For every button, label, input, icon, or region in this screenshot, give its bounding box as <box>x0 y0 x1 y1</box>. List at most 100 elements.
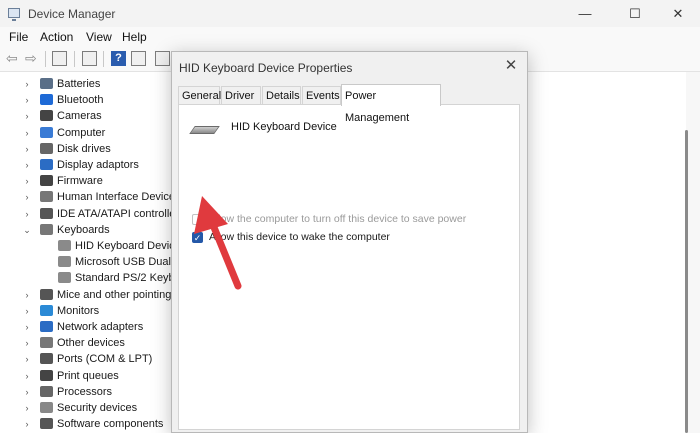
tree-category-item[interactable]: › IDE ATA/ATAPI controlle <box>0 206 180 222</box>
tree-item-label: Ports (COM & LPT) <box>57 353 153 366</box>
expand-chevron-icon[interactable]: › <box>22 157 32 173</box>
expand-chevron-icon[interactable]: › <box>22 108 32 124</box>
collapse-chevron-icon[interactable]: ⌄ <box>22 222 32 238</box>
tree-child-item[interactable]: Microsoft USB Dual M <box>0 254 180 270</box>
close-button[interactable]: ✕ <box>655 0 700 27</box>
tree-category-item[interactable]: › Security devices <box>0 400 180 416</box>
expand-chevron-icon[interactable]: › <box>22 141 32 157</box>
back-arrow-icon[interactable]: ⇦ <box>6 51 21 66</box>
expand-chevron-icon[interactable]: › <box>22 206 32 222</box>
scan-hardware-icon[interactable] <box>155 51 170 66</box>
expand-chevron-icon[interactable]: › <box>22 319 32 335</box>
tree-item-label: Bluetooth <box>57 94 104 107</box>
forward-arrow-icon[interactable]: ⇨ <box>25 51 40 66</box>
tree-item-label: IDE ATA/ATAPI controlle <box>57 207 176 220</box>
chip-icon <box>40 175 53 187</box>
expand-chevron-icon[interactable]: › <box>22 92 32 108</box>
tree-category-item[interactable]: › Ports (COM & LPT) <box>0 351 180 367</box>
tree-child-item[interactable]: HID Keyboard Device <box>0 238 180 254</box>
properties-icon[interactable] <box>82 51 97 66</box>
tree-item-label: Mice and other pointing <box>57 288 172 301</box>
tree-category-item[interactable]: › Network adapters <box>0 319 180 335</box>
tree-item-label: Disk drives <box>57 142 111 155</box>
tree-category-item[interactable]: ⌄ Keyboards <box>0 222 180 238</box>
tree-child-item[interactable]: Standard PS/2 Keybo <box>0 270 180 286</box>
keyboard-icon <box>58 272 71 284</box>
tab-power-management[interactable]: Power Management <box>341 84 441 124</box>
tree-item-label: Software components <box>57 418 164 431</box>
device-name: HID Keyboard Device <box>231 121 337 133</box>
processor-icon <box>40 385 53 397</box>
controller-icon <box>40 207 53 219</box>
tree-category-item[interactable]: › Firmware <box>0 173 180 189</box>
expand-chevron-icon[interactable]: › <box>22 384 32 400</box>
device-tree: › Batteries › Bluetooth › Cameras › Computer › Di… <box>0 72 180 433</box>
tab-general[interactable]: General <box>178 86 221 105</box>
expand-chevron-icon[interactable]: › <box>22 416 32 432</box>
scrollbar-thumb[interactable] <box>685 130 688 433</box>
dialog-close-button[interactable]: ✕ <box>501 56 521 76</box>
expand-chevron-icon[interactable]: › <box>22 189 32 205</box>
tree-category-item[interactable]: › Other devices <box>0 335 180 351</box>
expand-chevron-icon[interactable]: › <box>22 351 32 367</box>
maximize-button[interactable]: ☐ <box>612 0 658 27</box>
device-manager-icon <box>8 8 20 21</box>
tree-category-item[interactable]: › Cameras <box>0 108 180 124</box>
camera-icon <box>40 110 53 122</box>
tree-item-label: HID Keyboard Device <box>75 240 180 252</box>
tree-category-item[interactable]: › Bluetooth <box>0 92 180 108</box>
tree-category-item[interactable]: › Print queues <box>0 368 180 384</box>
help-icon[interactable]: ? <box>111 51 126 66</box>
software-icon <box>40 418 53 430</box>
tree-item-label: Computer <box>57 126 106 139</box>
tree-item-label: Network adapters <box>57 321 144 333</box>
annotation-arrow <box>194 196 242 290</box>
tree-category-item[interactable]: › Processors <box>0 384 180 400</box>
tree-category-item[interactable]: › Monitors <box>0 303 180 319</box>
expand-chevron-icon[interactable]: › <box>22 173 32 189</box>
toolbar-separator <box>45 51 46 67</box>
expand-chevron-icon[interactable]: › <box>22 368 32 384</box>
expand-chevron-icon[interactable]: › <box>22 400 32 416</box>
hid-icon <box>40 191 53 203</box>
network-icon <box>40 321 53 332</box>
tab-driver[interactable]: Driver <box>221 86 261 105</box>
vertical-scrollbar[interactable] <box>686 72 700 433</box>
tree-item-label: Batteries <box>57 78 101 90</box>
tree-category-item[interactable]: › Computer <box>0 125 180 141</box>
menu-view[interactable]: View <box>86 30 112 44</box>
tree-category-item[interactable]: › Display adaptors <box>0 157 180 173</box>
toolbar-separator <box>103 51 104 67</box>
tree-item-label: Microsoft USB Dual M <box>75 256 180 269</box>
expand-chevron-icon[interactable]: › <box>22 303 32 319</box>
other-device-icon <box>40 337 53 349</box>
tree-category-item[interactable]: › Batteries <box>0 76 180 92</box>
bluetooth-icon <box>40 94 53 106</box>
show-hide-tree-icon[interactable] <box>52 51 67 66</box>
expand-chevron-icon[interactable]: › <box>22 125 32 141</box>
expand-chevron-icon[interactable]: › <box>22 287 32 303</box>
update-driver-icon[interactable] <box>131 51 146 66</box>
title-bar: Device Manager — ☐ ✕ <box>0 0 700 27</box>
menu-action[interactable]: Action <box>40 30 73 44</box>
port-icon <box>40 353 53 365</box>
tree-item-label: Standard PS/2 Keybo <box>75 272 180 285</box>
menu-file[interactable]: File <box>9 30 28 44</box>
toolbar-separator <box>74 51 75 67</box>
tree-category-item[interactable]: › Disk drives <box>0 141 180 157</box>
minimize-button[interactable]: — <box>562 0 608 27</box>
tree-category-item[interactable]: › Human Interface Device <box>0 189 180 205</box>
tab-details[interactable]: Details <box>262 86 301 105</box>
menu-help[interactable]: Help <box>122 30 147 44</box>
expand-chevron-icon[interactable]: › <box>22 76 32 92</box>
window-title: Device Manager <box>28 7 116 21</box>
tree-category-item[interactable]: › Software components <box>0 416 180 432</box>
tree-item-label: Processors <box>57 385 113 398</box>
printer-icon <box>40 369 53 381</box>
tree-category-item[interactable]: › Mice and other pointing <box>0 287 180 303</box>
keyboard-icon <box>189 126 220 134</box>
tree-item-label: Other devices <box>57 337 125 350</box>
tab-events[interactable]: Events <box>302 86 341 105</box>
expand-chevron-icon[interactable]: › <box>22 335 32 351</box>
tree-item-label: Human Interface Device <box>57 191 175 204</box>
